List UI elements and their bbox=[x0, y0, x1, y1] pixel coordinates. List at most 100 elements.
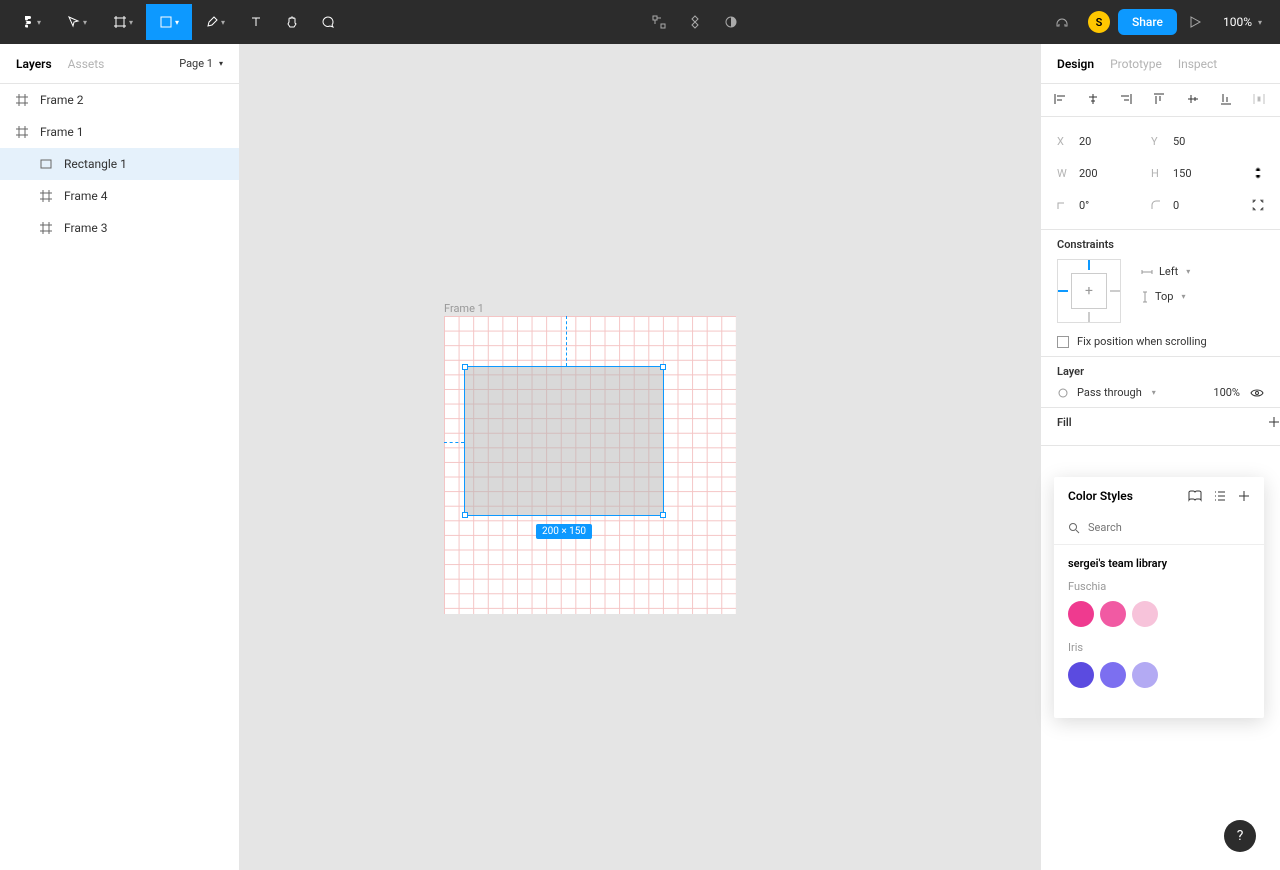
comment-tool[interactable] bbox=[310, 4, 346, 40]
distribute-icon[interactable] bbox=[1252, 92, 1268, 108]
frame-icon bbox=[16, 94, 30, 106]
layer-name: Frame 4 bbox=[64, 189, 107, 203]
search-input[interactable] bbox=[1088, 521, 1250, 534]
left-panel: Layers Assets Page 1▾ Frame 2 Frame 1 Rect… bbox=[0, 44, 240, 870]
layer-row[interactable]: Rectangle 1 bbox=[0, 148, 239, 180]
shape-tool[interactable]: ▾ bbox=[146, 4, 192, 40]
frame-tool[interactable]: ▾ bbox=[100, 4, 146, 40]
hand-tool[interactable] bbox=[274, 4, 310, 40]
w-label: W bbox=[1057, 167, 1071, 180]
frame-icon bbox=[40, 222, 54, 234]
blend-mode-select[interactable]: Pass through▾ bbox=[1057, 386, 1156, 399]
layer-title: Layer bbox=[1057, 365, 1084, 378]
h-label: H bbox=[1151, 167, 1165, 180]
avatar[interactable]: S bbox=[1088, 11, 1110, 33]
inspect-tab[interactable]: Inspect bbox=[1178, 57, 1217, 71]
help-button[interactable]: ? bbox=[1224, 820, 1256, 852]
layers-tab[interactable]: Layers bbox=[16, 57, 52, 71]
layer-row[interactable]: Frame 1 bbox=[0, 116, 239, 148]
y-input[interactable]: 50 bbox=[1173, 135, 1237, 148]
x-label: X bbox=[1057, 135, 1071, 148]
rotation-input[interactable]: 0° bbox=[1079, 199, 1143, 212]
layer-section: Layer Pass through▾ 100% bbox=[1041, 357, 1280, 408]
popover-title: Color Styles bbox=[1068, 489, 1133, 503]
page-select[interactable]: Page 1▾ bbox=[179, 57, 223, 70]
align-top-icon[interactable] bbox=[1152, 92, 1168, 108]
align-controls bbox=[1041, 84, 1280, 117]
rectangle-icon bbox=[40, 159, 54, 169]
align-bottom-icon[interactable] bbox=[1219, 92, 1235, 108]
x-input[interactable]: 20 bbox=[1079, 135, 1143, 148]
constraint-h-select[interactable]: Left▾ bbox=[1141, 265, 1190, 278]
layer-name: Frame 3 bbox=[64, 221, 107, 235]
frame-1[interactable]: 200 × 150 bbox=[444, 316, 736, 614]
align-left-icon[interactable] bbox=[1053, 92, 1069, 108]
visibility-icon[interactable] bbox=[1250, 388, 1264, 398]
fill-title: Fill bbox=[1057, 416, 1072, 429]
independent-corners-icon[interactable] bbox=[1252, 199, 1264, 211]
component-icon[interactable] bbox=[677, 4, 713, 40]
color-swatch[interactable] bbox=[1068, 601, 1094, 627]
color-styles-popover: Color Styles sergei's team library Fusch… bbox=[1054, 477, 1264, 718]
color-swatch[interactable] bbox=[1100, 601, 1126, 627]
layer-row[interactable]: Frame 3 bbox=[0, 212, 239, 244]
color-swatch[interactable] bbox=[1100, 662, 1126, 688]
transform-section: X 20 Y 50 W 200 H 150 0° 0 bbox=[1041, 117, 1280, 230]
selected-rectangle[interactable] bbox=[464, 366, 664, 516]
color-group-title: Iris bbox=[1068, 641, 1250, 654]
frame-icon bbox=[16, 126, 30, 138]
selection-dimensions: 200 × 150 bbox=[536, 524, 592, 539]
constraints-section: Constraints + Left▾ Top▾ Fix position wh… bbox=[1041, 230, 1280, 357]
add-fill-icon[interactable] bbox=[1268, 416, 1280, 428]
color-swatch[interactable] bbox=[1068, 662, 1094, 688]
main-menu-button[interactable]: ▾ bbox=[8, 4, 54, 40]
opacity-input[interactable]: 100% bbox=[1213, 386, 1240, 399]
layer-name: Frame 2 bbox=[40, 93, 83, 107]
align-vcenter-icon[interactable] bbox=[1186, 92, 1202, 108]
layer-name: Frame 1 bbox=[40, 125, 83, 139]
layer-row[interactable]: Frame 2 bbox=[0, 84, 239, 116]
top-toolbar: ▾ ▾ ▾ ▾ ▾ S Share 100%▾ bbox=[0, 0, 1280, 44]
color-swatch[interactable] bbox=[1132, 601, 1158, 627]
color-group-title: Fuschia bbox=[1068, 580, 1250, 593]
layer-name: Rectangle 1 bbox=[64, 157, 127, 171]
zoom-control[interactable]: 100%▾ bbox=[1223, 15, 1262, 29]
library-title: sergei's team library bbox=[1068, 557, 1250, 570]
frame-icon bbox=[40, 190, 54, 202]
frame-label[interactable]: Frame 1 bbox=[444, 302, 484, 315]
align-hcenter-icon[interactable] bbox=[1086, 92, 1102, 108]
h-input[interactable]: 150 bbox=[1173, 167, 1237, 180]
vector-edit-icon[interactable] bbox=[641, 4, 677, 40]
right-panel: Design Prototype Inspect X20 Y50 W200 H1… bbox=[1040, 44, 1280, 870]
present-button[interactable] bbox=[1177, 4, 1213, 40]
radius-icon bbox=[1151, 200, 1165, 210]
constraint-widget[interactable]: + bbox=[1057, 259, 1121, 323]
radius-input[interactable]: 0 bbox=[1173, 199, 1237, 212]
fix-position-checkbox[interactable]: Fix position when scrolling bbox=[1057, 335, 1264, 348]
canvas[interactable]: Frame 1 200 × 150 bbox=[240, 44, 1040, 870]
w-input[interactable]: 200 bbox=[1079, 167, 1143, 180]
pen-tool[interactable]: ▾ bbox=[192, 4, 238, 40]
list-view-icon[interactable] bbox=[1214, 490, 1226, 502]
assets-tab[interactable]: Assets bbox=[68, 57, 105, 71]
text-tool[interactable] bbox=[238, 4, 274, 40]
mask-icon[interactable] bbox=[713, 4, 749, 40]
audio-icon[interactable] bbox=[1044, 4, 1080, 40]
library-icon[interactable] bbox=[1188, 490, 1202, 502]
layer-list: Frame 2 Frame 1 Rectangle 1 Frame 4 Frame 3 bbox=[0, 84, 239, 244]
swatch-row bbox=[1068, 601, 1250, 627]
align-right-icon[interactable] bbox=[1119, 92, 1135, 108]
constraint-v-select[interactable]: Top▾ bbox=[1141, 290, 1190, 303]
add-style-icon[interactable] bbox=[1238, 490, 1250, 502]
prototype-tab[interactable]: Prototype bbox=[1110, 57, 1162, 71]
layer-row[interactable]: Frame 4 bbox=[0, 180, 239, 212]
search-icon bbox=[1068, 522, 1080, 534]
constraints-title: Constraints bbox=[1057, 238, 1114, 251]
share-button[interactable]: Share bbox=[1118, 9, 1177, 35]
y-label: Y bbox=[1151, 135, 1165, 148]
design-tab[interactable]: Design bbox=[1057, 57, 1094, 71]
link-wh-icon[interactable] bbox=[1252, 166, 1264, 180]
color-swatch[interactable] bbox=[1132, 662, 1158, 688]
move-tool[interactable]: ▾ bbox=[54, 4, 100, 40]
swatch-row bbox=[1068, 662, 1250, 688]
